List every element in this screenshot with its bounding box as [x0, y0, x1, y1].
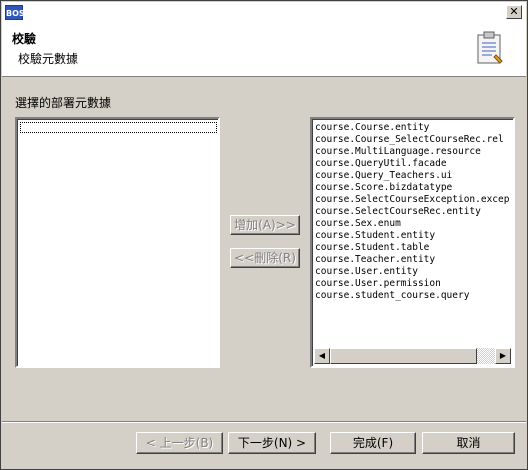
close-button[interactable]: ✕: [506, 5, 522, 19]
available-metadata-list[interactable]: [15, 117, 220, 368]
scroll-left-icon[interactable]: ◀: [314, 348, 330, 364]
back-button[interactable]: < 上一步(B): [136, 432, 223, 454]
finish-button[interactable]: 完成(F): [330, 432, 416, 454]
scrollbar-thumb[interactable]: [330, 348, 477, 364]
selected-metadata-list[interactable]: course.Course.entity course.Course_Selec…: [310, 117, 515, 368]
page-title: 校驗: [12, 32, 37, 46]
next-button[interactable]: 下一步(N) >: [228, 432, 316, 454]
list-item[interactable]: course.Teacher.entity: [315, 254, 509, 266]
list-item[interactable]: course.Score.bizdatatype: [315, 182, 509, 194]
remove-button[interactable]: <<刪除(R): [230, 248, 300, 268]
app-icon: BOS: [5, 5, 25, 20]
list-item[interactable]: course.Query_Teachers.ui: [315, 170, 509, 182]
cancel-button[interactable]: 取消: [422, 432, 515, 454]
list-item[interactable]: course.student_course.query: [315, 290, 509, 302]
wizard-dialog: BOS ✕ 校驗 校驗元數據 選擇的部署元數據 增加(A)>> <<刪除(R) …: [0, 0, 528, 470]
clipboard-icon: [477, 31, 503, 64]
selected-metadata-label: 選擇的部署元數據: [15, 96, 112, 110]
title-bar[interactable]: BOS ✕: [2, 2, 526, 23]
list-item[interactable]: course.User.entity: [315, 266, 509, 278]
list-item[interactable]: course.QueryUtil.facade: [315, 158, 509, 170]
list-item[interactable]: course.User.permission: [315, 278, 509, 290]
footer-divider: [2, 421, 526, 423]
list-item[interactable]: course.MultiLanguage.resource: [315, 146, 509, 158]
list-item[interactable]: course.Student.entity: [315, 230, 509, 242]
horizontal-scrollbar[interactable]: ◀ ▶: [314, 348, 511, 364]
add-button[interactable]: 增加(A)>>: [230, 215, 300, 235]
list-item[interactable]: course.SelectCourseException.excep: [315, 194, 509, 206]
scroll-right-icon[interactable]: ▶: [495, 348, 511, 364]
list-item[interactable]: course.Sex.enum: [315, 218, 509, 230]
list-item[interactable]: course.Course_SelectCourseRec.rel: [315, 134, 509, 146]
page-subtitle: 校驗元數據: [18, 52, 79, 66]
list-item[interactable]: course.Course.entity: [315, 122, 509, 134]
list-item[interactable]: course.SelectCourseRec.entity: [315, 206, 509, 218]
selected-metadata-items: course.Course.entity course.Course_Selec…: [315, 122, 509, 302]
scrollbar-track[interactable]: [477, 348, 495, 364]
wizard-header: 校驗 校驗元數據: [2, 23, 526, 77]
list-item[interactable]: course.Student.table: [315, 242, 509, 254]
list-focus-row[interactable]: [20, 122, 217, 133]
